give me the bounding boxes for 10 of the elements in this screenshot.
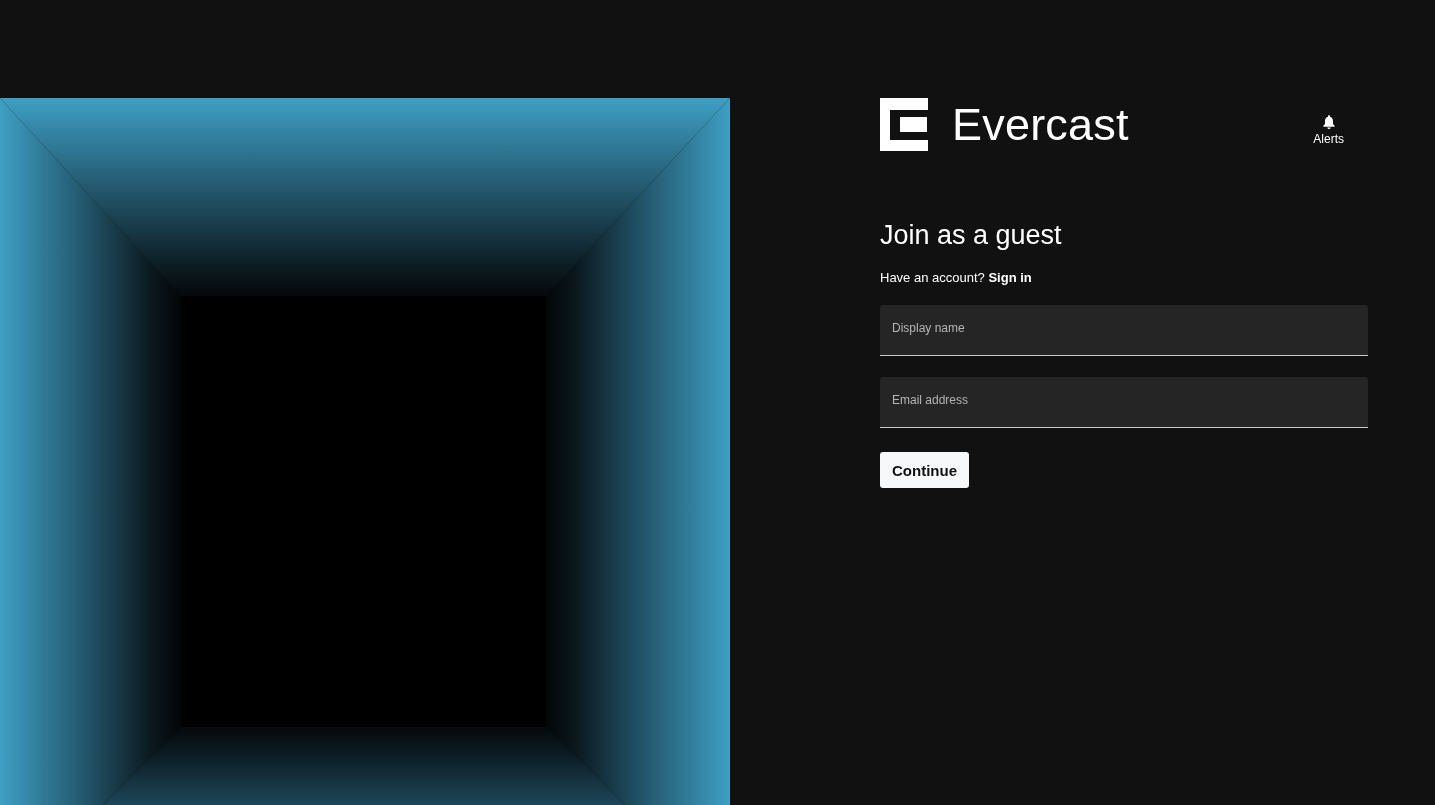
bell-icon [1322,115,1335,129]
logo-wordmark: Evercast [952,98,1129,151]
account-prompt: Have an account? Sign in [880,270,1032,286]
alerts-button[interactable]: Alerts [1313,115,1344,146]
email-field[interactable]: Email address [880,377,1368,428]
display-name-field[interactable]: Display name [880,305,1368,356]
logo-mark-icon [880,98,928,151]
form-title: Join as a guest [880,219,1062,251]
sign-in-link[interactable]: Sign in [988,270,1032,285]
continue-button[interactable]: Continue [880,452,969,488]
